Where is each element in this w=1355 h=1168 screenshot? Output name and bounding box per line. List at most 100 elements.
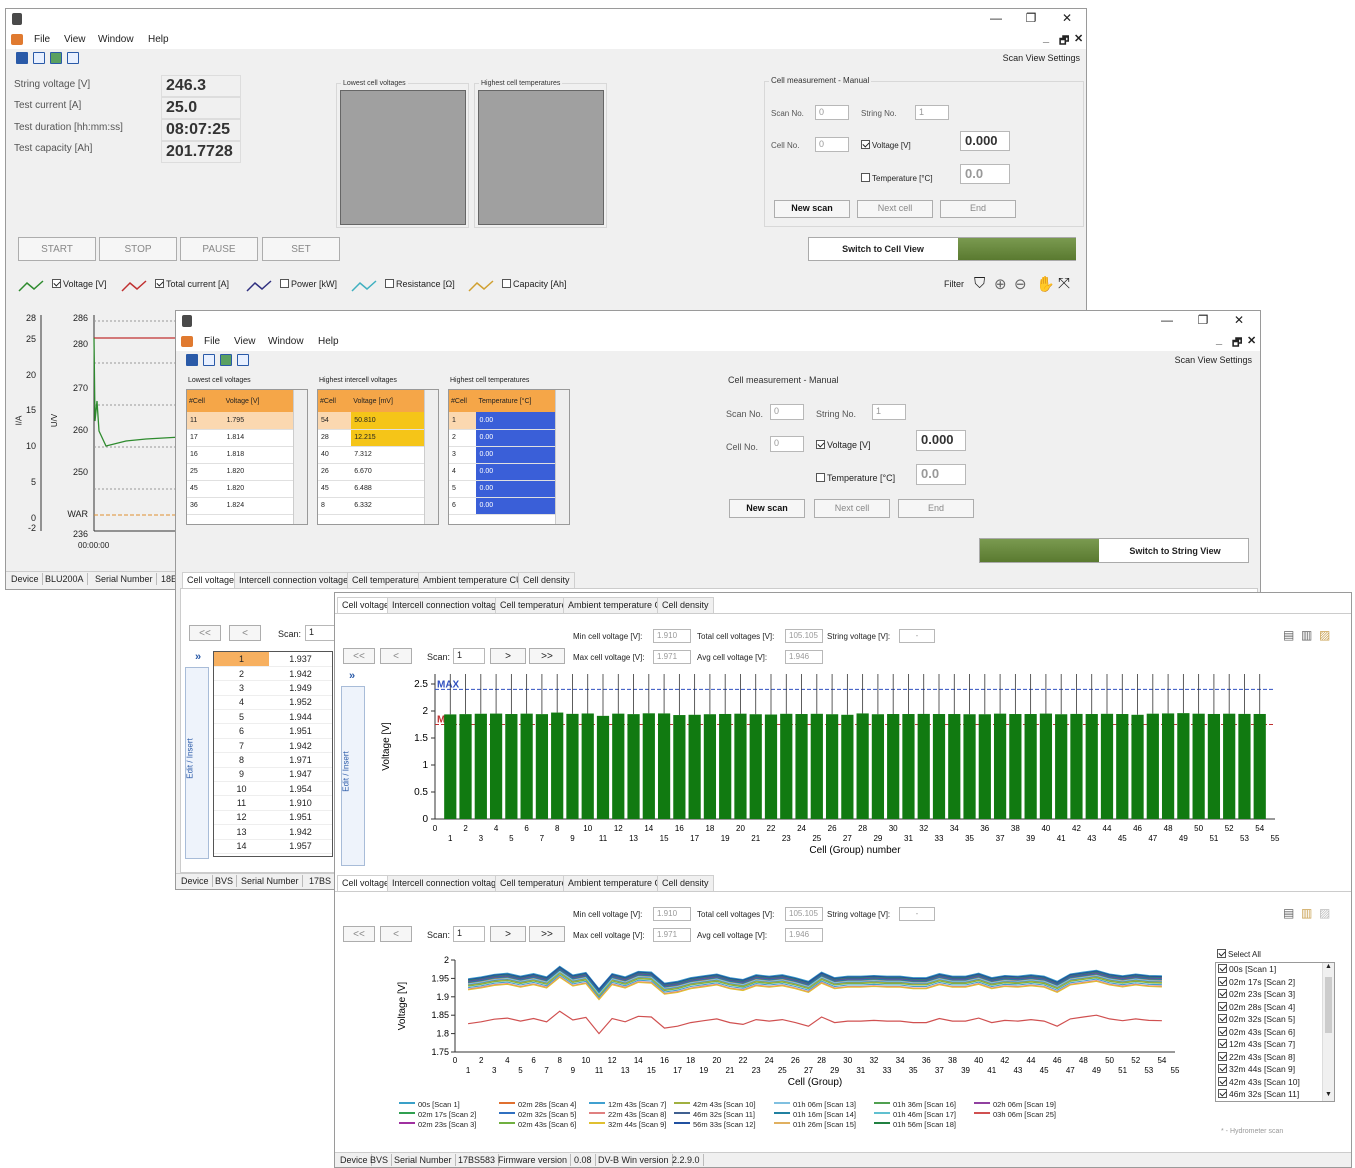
legend-current[interactable]: Total current [A] xyxy=(155,279,229,289)
tab-cell-voltage[interactable]: Cell voltage xyxy=(337,597,395,613)
menu-window[interactable]: Window xyxy=(268,336,304,347)
menu-window[interactable]: Window xyxy=(98,34,134,45)
table-row[interactable]: 16 1.818 xyxy=(187,446,293,464)
tab-ambient-temperature[interactable]: Ambient temperature CU xyxy=(418,572,528,588)
restore-button[interactable]: ❐ xyxy=(1016,11,1046,25)
mdi-close[interactable]: ✕ xyxy=(1074,32,1083,45)
legend-power[interactable]: Power [kW] xyxy=(280,279,337,289)
scroll-up-icon[interactable]: ▲ xyxy=(1325,963,1332,970)
zoom-in-icon[interactable]: ⊕ xyxy=(994,275,1007,293)
table-row[interactable]: 25 1.820 xyxy=(187,463,293,481)
scan-check-icon[interactable] xyxy=(1218,989,1227,998)
scan-list-item[interactable]: 02m 28s [Scan 4] xyxy=(1218,1001,1332,1015)
cell-no-field[interactable]: 0 xyxy=(815,137,849,152)
table-row[interactable]: 28 12.215 xyxy=(318,429,424,447)
voltage-check-icon[interactable] xyxy=(861,140,870,149)
next-cell-button[interactable]: Next cell xyxy=(814,499,890,518)
temperature-checkbox[interactable]: Temperature [°C] xyxy=(861,173,933,183)
temperature-check-icon[interactable] xyxy=(861,173,870,182)
scan-check-icon[interactable] xyxy=(1218,1051,1227,1061)
new-doc-icon[interactable] xyxy=(33,52,45,64)
export-icon[interactable] xyxy=(50,52,62,64)
tab-cell-temperature[interactable]: Cell temperature xyxy=(347,572,424,588)
legend-voltage[interactable]: Voltage [V] xyxy=(52,279,107,289)
string-no-field[interactable]: 1 xyxy=(915,105,949,120)
list-item[interactable]: 10 1.954 xyxy=(214,781,332,797)
scan-list-item[interactable]: 02m 23s [Scan 3] xyxy=(1218,989,1332,1002)
table-row[interactable]: 2 0.00 xyxy=(449,429,555,447)
first-scan-button[interactable]: << xyxy=(343,926,375,942)
prev-scan-button[interactable]: < xyxy=(380,926,412,942)
scan-list-item[interactable]: 22m 43s [Scan 8] xyxy=(1218,1051,1332,1065)
table-row[interactable]: 6 0.00 xyxy=(449,497,555,515)
list-item[interactable]: 2 1.942 xyxy=(214,666,332,682)
new-scan-button[interactable]: New scan xyxy=(774,200,850,218)
menu-view[interactable]: View xyxy=(64,34,86,45)
tab-intercell-voltage[interactable]: Intercell connection voltage xyxy=(387,597,507,613)
edit-insert-panel[interactable]: Edit / Insert xyxy=(341,686,365,866)
intercell-table[interactable]: #Cell Voltage [mV] 54 50.810 28 12.215 40 7.31… xyxy=(317,389,439,525)
close-button[interactable]: ✕ xyxy=(1052,11,1082,25)
tab-cell-temperature[interactable]: Cell temperature xyxy=(495,597,572,613)
table-view-icon[interactable]: ▤ xyxy=(1283,906,1294,920)
list-item[interactable]: 11 1.910 xyxy=(214,795,332,811)
print-icon[interactable] xyxy=(237,354,249,366)
pan-hand-icon[interactable]: ✋ xyxy=(1036,275,1055,293)
mdi-minimize[interactable]: _ xyxy=(1216,334,1222,346)
expand-icon[interactable]: » xyxy=(349,670,355,682)
scan-selection-list[interactable]: 00s [Scan 1] 02m 17s [Scan 2] 02m 23s [Sca… xyxy=(1215,962,1335,1102)
export-icon[interactable]: ▨ xyxy=(1319,906,1330,920)
temperature-check-icon[interactable] xyxy=(816,473,825,482)
table-row[interactable]: 36 1.824 xyxy=(187,497,293,515)
scan-check-icon[interactable] xyxy=(1218,1076,1227,1086)
save-icon[interactable] xyxy=(16,52,28,64)
scan-view-settings[interactable]: Scan View Settings xyxy=(1175,355,1252,365)
cell-value-list[interactable]: 1 1.937 2 1.942 3 1.949 4 1.952 5 1.944 6 1.951 7 1.9… xyxy=(213,651,333,857)
fit-icon[interactable]: ⤧ xyxy=(1058,275,1070,292)
scan-check-icon[interactable] xyxy=(1218,964,1227,973)
table-row[interactable]: 26 6.670 xyxy=(318,463,424,481)
filter-icon[interactable]: ⛉ xyxy=(974,275,985,292)
restore-button[interactable]: ❐ xyxy=(1188,313,1218,327)
table-view-icon[interactable]: ▤ xyxy=(1283,628,1294,642)
scan-check-icon[interactable] xyxy=(1218,1039,1227,1048)
first-scan-button[interactable]: << xyxy=(189,625,221,641)
pause-button[interactable]: PAUSE xyxy=(180,237,258,261)
scan-check-icon[interactable] xyxy=(1218,1014,1227,1023)
switch-to-cell-view-toggle[interactable]: Switch to Cell View xyxy=(808,237,1076,261)
scrollbar[interactable] xyxy=(555,390,569,524)
col-cell[interactable]: #Cell xyxy=(318,390,352,412)
legend-capacity[interactable]: Capacity [Ah] xyxy=(502,279,567,289)
legend-capacity-check-icon[interactable] xyxy=(502,279,511,288)
menu-file[interactable]: File xyxy=(34,34,50,45)
list-item[interactable]: 6 1.951 xyxy=(214,723,332,739)
menu-view[interactable]: View xyxy=(234,336,256,347)
list-item[interactable]: 1 1.937 xyxy=(214,652,332,667)
chart-view-icon[interactable]: ▥ xyxy=(1301,628,1312,642)
table-row[interactable]: 3 0.00 xyxy=(449,446,555,464)
temperature-value-field[interactable]: 0.0 xyxy=(916,464,966,485)
zoom-out-icon[interactable]: ⊖ xyxy=(1014,275,1027,293)
voltage-check-icon[interactable] xyxy=(816,440,825,449)
new-doc-icon[interactable] xyxy=(203,354,215,366)
next-cell-button[interactable]: Next cell xyxy=(857,200,933,218)
scan-input[interactable]: 1 xyxy=(453,648,485,664)
export-icon[interactable]: ▨ xyxy=(1319,628,1330,642)
scan-list-item[interactable]: 02m 17s [Scan 2] xyxy=(1218,976,1332,990)
menu-file[interactable]: File xyxy=(204,336,220,347)
temperature-checkbox[interactable]: Temperature [°C] xyxy=(816,473,895,483)
scan-list-item[interactable]: 46m 32s [Scan 11] xyxy=(1218,1089,1332,1101)
legend-current-check-icon[interactable] xyxy=(155,279,164,288)
scan-view-settings[interactable]: Scan View Settings xyxy=(1003,53,1080,63)
scan-check-icon[interactable] xyxy=(1218,1064,1227,1073)
list-item[interactable]: 8 1.971 xyxy=(214,752,332,768)
tab-cell-density[interactable]: Cell density xyxy=(657,597,714,613)
menu-help[interactable]: Help xyxy=(318,336,339,347)
minimize-button[interactable]: — xyxy=(1152,313,1182,327)
col-cell[interactable]: #Cell xyxy=(187,390,224,412)
prev-scan-button[interactable]: < xyxy=(229,625,261,641)
scrollbar[interactable] xyxy=(424,390,438,524)
voltage-checkbox[interactable]: Voltage [V] xyxy=(861,140,911,150)
table-row[interactable]: 1 0.00 xyxy=(449,412,555,430)
table-row[interactable]: 4 0.00 xyxy=(449,463,555,481)
